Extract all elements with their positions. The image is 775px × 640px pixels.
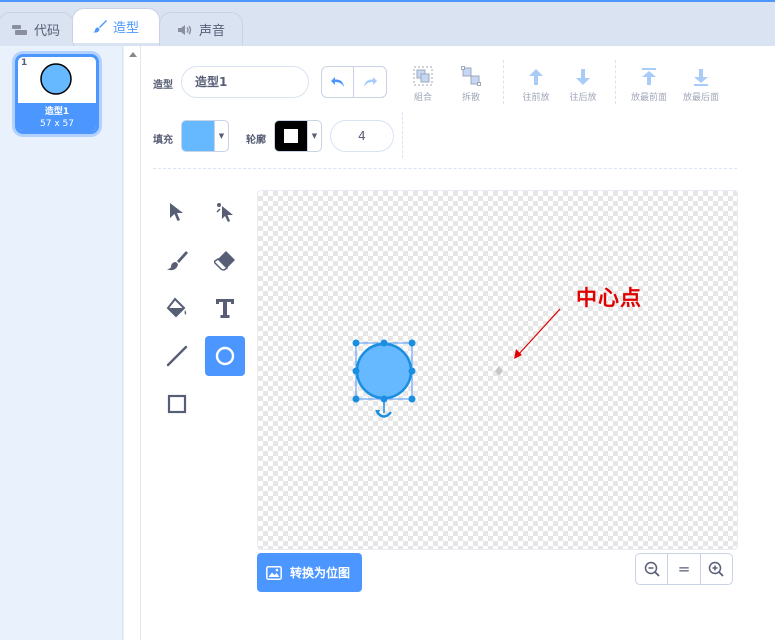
redo-button[interactable] [354, 67, 386, 97]
fill-color-swatch [182, 121, 214, 151]
to-front-icon [623, 64, 675, 86]
forward-arrow-icon [510, 64, 562, 86]
zoom-in-icon [709, 561, 724, 577]
front-button[interactable]: 放最前面 [623, 64, 675, 103]
paint-bucket-icon [166, 297, 187, 318]
circle-icon [215, 346, 235, 366]
rectangle-icon [167, 394, 187, 414]
brush-tool[interactable] [157, 240, 197, 280]
tab-sound[interactable]: 声音 [159, 12, 243, 46]
back-label: 放最后面 [682, 93, 719, 103]
chevron-down-icon: ▼ [307, 121, 321, 151]
outline-color-picker[interactable]: ▼ [274, 120, 322, 152]
tab-sound-label: 声音 [198, 24, 225, 39]
text-t-icon [216, 299, 234, 318]
convert-to-bitmap-button[interactable]: 转换为位图 [257, 553, 362, 592]
costume-thumbnail-label: 造型1 57 x 57 [18, 103, 96, 131]
backward-arrow-icon [557, 64, 609, 86]
forward-button[interactable]: 往前放 [510, 64, 562, 103]
canvas-drawing [352, 308, 561, 418]
text-tool[interactable] [205, 288, 245, 328]
zoom-in-button[interactable] [701, 554, 732, 584]
undo-button[interactable] [322, 67, 355, 97]
to-back-icon [675, 64, 727, 86]
ungroup-label: 拆散 [461, 93, 480, 103]
select-arrow-icon [170, 203, 183, 221]
toolbar-separator [503, 60, 504, 104]
backward-label: 往后放 [569, 93, 597, 103]
fill-label: 填充 [153, 135, 173, 146]
costume-thumbnail[interactable]: 1 造型1 57 x 57 [15, 54, 99, 134]
tab-costume-label: 造型 [112, 20, 139, 36]
zoom-out-button[interactable] [636, 554, 669, 584]
brush-icon [167, 251, 188, 271]
code-blocks-icon [11, 24, 28, 36]
circle-tool[interactable] [205, 336, 245, 376]
front-label: 放最前面 [630, 93, 667, 103]
tab-code-label: 代码 [33, 24, 60, 39]
circle-shape[interactable] [355, 342, 413, 400]
reshape-icon [216, 203, 233, 222]
group-icon [397, 64, 449, 86]
costume-name-input[interactable]: 造型1 [181, 66, 309, 98]
costume-number: 1 [21, 58, 28, 68]
toolbar-separator [615, 60, 616, 104]
image-icon [266, 565, 282, 580]
costume-thumb-size: 57 x 57 [40, 119, 74, 129]
undo-icon [330, 77, 344, 87]
zoom-controls: = [635, 553, 733, 585]
chevron-down-icon: ▼ [214, 121, 228, 151]
costume-thumb-name: 造型1 [44, 107, 70, 117]
back-button[interactable]: 放最后面 [675, 64, 727, 103]
select-tool[interactable] [157, 192, 197, 232]
scroll-up-arrow-icon[interactable] [129, 52, 137, 57]
costume-preview [40, 63, 72, 95]
center-point-marker [495, 366, 503, 376]
line-tool[interactable] [157, 336, 197, 376]
rectangle-tool[interactable] [157, 384, 197, 424]
brush-icon [92, 19, 107, 33]
zoom-reset-button[interactable]: = [668, 554, 701, 584]
eraser-tool[interactable] [205, 240, 245, 280]
annotation-arrow [514, 308, 561, 359]
toolbar-divider [153, 168, 737, 169]
zoom-out-icon [644, 561, 660, 577]
costume-list: 1 造型1 57 x 57 [0, 46, 123, 640]
tab-bar: 代码 造型 声音 [0, 2, 775, 46]
forward-label: 往前放 [522, 93, 550, 103]
paint-canvas[interactable] [257, 190, 738, 550]
paint-editor: 造型 造型1 組合 拆散 往前放 往后放 放最前面 放最后面 填充 ▼ 轮廓 ▼… [141, 46, 775, 640]
toolbar-separator [402, 112, 403, 158]
tab-code[interactable]: 代码 [0, 12, 74, 46]
tab-costume[interactable]: 造型 [72, 8, 160, 43]
ungroup-button[interactable]: 拆散 [445, 64, 497, 103]
undo-redo-group [321, 66, 387, 98]
backward-button[interactable]: 往后放 [557, 64, 609, 103]
convert-to-bitmap-label: 转换为位图 [290, 566, 351, 580]
eraser-icon [214, 251, 235, 271]
line-icon [166, 345, 188, 367]
ungroup-icon [445, 64, 497, 86]
group-button[interactable]: 組合 [397, 64, 449, 103]
outline-width-input[interactable]: 4 [330, 120, 394, 152]
outline-label: 轮廓 [246, 135, 266, 146]
reshape-tool[interactable] [205, 192, 245, 232]
redo-icon [364, 77, 377, 87]
speaker-icon [177, 24, 193, 36]
center-point-annotation: 中心点 [576, 286, 642, 310]
costume-list-scrollbar[interactable] [124, 46, 141, 640]
costume-name-label: 造型 [153, 80, 173, 91]
fill-tool[interactable] [157, 288, 197, 328]
fill-color-picker[interactable]: ▼ [181, 120, 229, 152]
group-label: 組合 [413, 93, 432, 103]
outline-color-swatch [275, 121, 307, 151]
